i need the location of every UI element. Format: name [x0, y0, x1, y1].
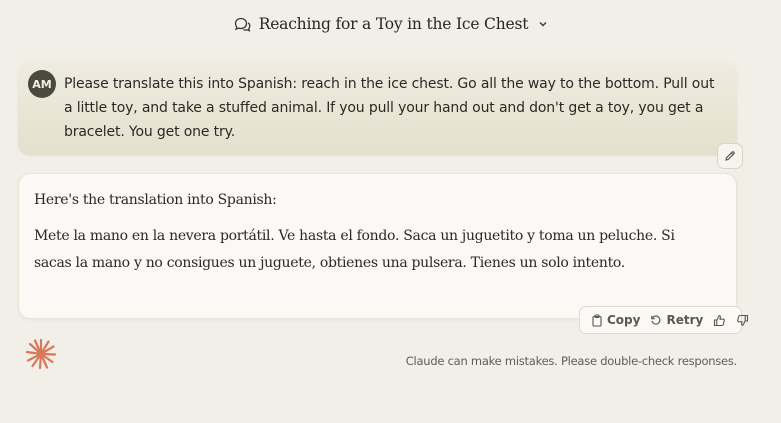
message-actions-bar: Copy Retry: [579, 306, 749, 334]
chat-bubbles-icon: [233, 15, 251, 33]
conversation-title-button[interactable]: Reaching for a Toy in the Ice Chest: [0, 12, 781, 36]
retry-button[interactable]: Retry: [647, 313, 706, 327]
chevron-down-icon: [538, 19, 548, 29]
retry-label: Retry: [666, 313, 704, 327]
user-message-text: Please translate this into Spanish: reac…: [64, 76, 715, 140]
copy-label: Copy: [607, 313, 641, 327]
retry-icon: [650, 314, 662, 326]
thumbs-down-icon: [736, 314, 749, 327]
assistant-intro-text: Here's the translation into Spanish:: [34, 192, 277, 208]
clipboard-icon: [591, 313, 603, 327]
thumbs-down-button[interactable]: [733, 314, 752, 327]
thumbs-up-icon: [713, 314, 726, 327]
assistant-translation-text: Mete la mano en la nevera portátil. Ve h…: [34, 228, 675, 271]
copy-button[interactable]: Copy: [588, 313, 643, 327]
pencil-icon: [724, 147, 736, 166]
user-message: AM Please translate this into Spanish: r…: [18, 61, 737, 155]
edit-message-button[interactable]: [717, 143, 743, 169]
assistant-message: Here's the translation into Spanish: Met…: [18, 173, 737, 319]
disclaimer-text: Claude can make mistakes. Please double-…: [405, 354, 737, 368]
conversation-title: Reaching for a Toy in the Ice Chest: [258, 15, 529, 33]
claude-logo-icon: [24, 337, 58, 371]
thumbs-up-button[interactable]: [710, 314, 729, 327]
avatar: AM: [28, 70, 56, 98]
